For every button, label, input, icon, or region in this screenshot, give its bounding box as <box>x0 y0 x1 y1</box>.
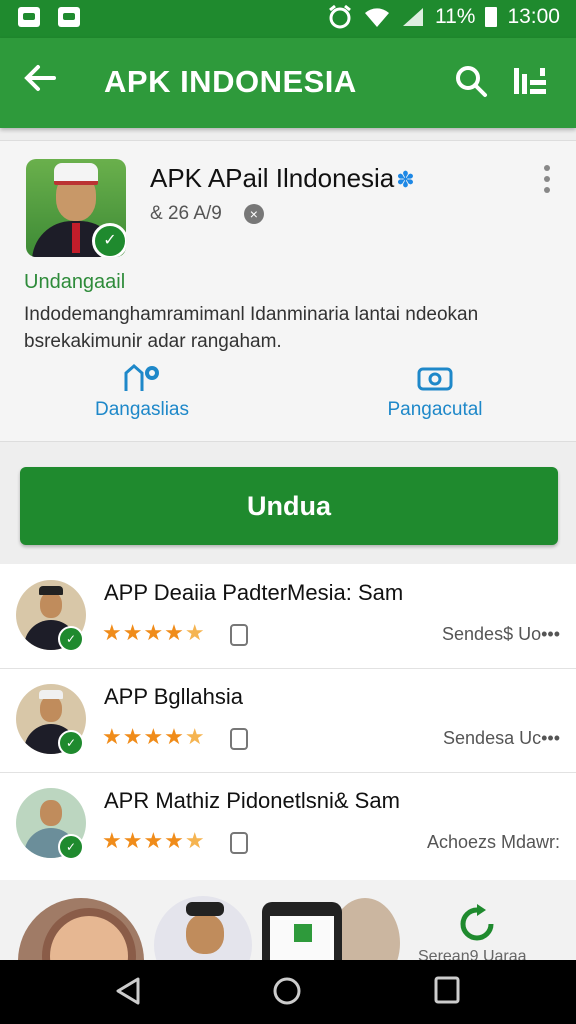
clock: 13:00 <box>507 5 560 28</box>
battery-icon <box>485 7 498 27</box>
app-icon-avatar: ✓ <box>26 159 126 257</box>
verified-check-icon: ✓ <box>58 834 84 860</box>
app-detail-card: ✓ APK APail Ilndonesia✽ & 26 A/9 × Undang… <box>0 140 576 442</box>
lock-icon <box>230 832 248 854</box>
verified-badge-icon: ✽ <box>396 167 415 192</box>
app-description: Indodemanghamramimanl Idanminaria lantai… <box>24 304 479 352</box>
app-name-text: APK APail Ilndonesia <box>150 163 395 193</box>
cloud-notification-icon <box>18 7 40 27</box>
verified-check-icon: ✓ <box>92 223 126 257</box>
battery-percent: 11% <box>434 5 476 28</box>
camera-action[interactable]: Pangacutal <box>378 363 492 421</box>
promo-banner[interactable]: Serean9 Uaraa <box>0 880 576 960</box>
app-meta-text: & 26 A/9 <box>150 203 222 224</box>
camera-icon <box>417 367 453 391</box>
camera-action-label: Pangacutal <box>387 399 483 420</box>
list-item-title: APP Bgllahsia <box>104 684 244 709</box>
share-action-label: Dangaslias <box>95 399 189 420</box>
app-name: APK APail Ilndonesia✽ <box>150 163 415 194</box>
image-notification-icon <box>58 7 80 27</box>
status-bar: 11% 13:00 <box>0 0 576 38</box>
phone-image <box>262 902 342 960</box>
app-meta: & 26 A/9 × <box>150 203 264 225</box>
home-nav-icon[interactable] <box>272 976 302 1006</box>
alarm-icon <box>329 4 351 29</box>
share-action[interactable]: Dangaslias <box>92 363 192 421</box>
signal-icon <box>402 8 423 26</box>
close-circle-icon[interactable]: × <box>243 203 264 224</box>
more-vert-icon[interactable] <box>544 165 552 193</box>
list-item-meta: Sendes$ Uo••• <box>442 624 560 644</box>
list-item-meta: Achoezs Mdawr: <box>426 832 560 852</box>
related-apps-list: ✓ APP Deaiia PadterMesia: Sam ★★★★★ Send… <box>0 564 576 880</box>
search-icon[interactable] <box>454 64 488 98</box>
list-item[interactable]: ✓ APR Mathiz Pidonetlsni& Sam ★★★★★ Acho… <box>0 772 576 876</box>
list-item-meta: Sendesa Uc••• <box>443 728 560 748</box>
list-item-title: APR Mathiz Pidonetlsni& Sam <box>104 788 400 813</box>
rating-stars: ★★★★★ <box>102 620 206 645</box>
app-bar: APK INDONESIA <box>0 38 576 128</box>
verified-check-icon: ✓ <box>58 730 84 756</box>
refresh-icon[interactable] <box>458 904 496 944</box>
list-item[interactable]: ✓ APP Deaiia PadterMesia: Sam ★★★★★ Send… <box>0 564 576 669</box>
lock-icon <box>230 624 248 646</box>
rating-stars: ★★★★★ <box>102 724 206 749</box>
list-item[interactable]: ✓ APP Bgllahsia ★★★★★ Sendesa Uc••• <box>0 668 576 773</box>
app-bar-title: APK INDONESIA <box>104 64 357 99</box>
recents-nav-icon[interactable] <box>434 976 460 1004</box>
filter-menu-icon[interactable] <box>512 64 550 100</box>
install-button[interactable]: Undua <box>20 467 558 545</box>
share-gear-icon <box>124 364 159 391</box>
lock-icon <box>230 728 248 750</box>
promo-avatar <box>18 898 144 960</box>
rating-stars: ★★★★★ <box>102 828 206 853</box>
back-nav-icon[interactable] <box>114 976 142 1006</box>
wifi-icon <box>364 8 389 27</box>
list-item-title: APP Deaiia PadterMesia: Sam <box>104 580 404 605</box>
back-arrow-icon[interactable] <box>22 60 58 106</box>
promo-label: Serean9 Uaraa <box>418 948 527 960</box>
navigation-bar <box>0 960 576 1024</box>
developer-name[interactable]: Undangaail <box>24 271 125 294</box>
verified-check-icon: ✓ <box>58 626 84 652</box>
promo-avatar <box>154 896 252 960</box>
